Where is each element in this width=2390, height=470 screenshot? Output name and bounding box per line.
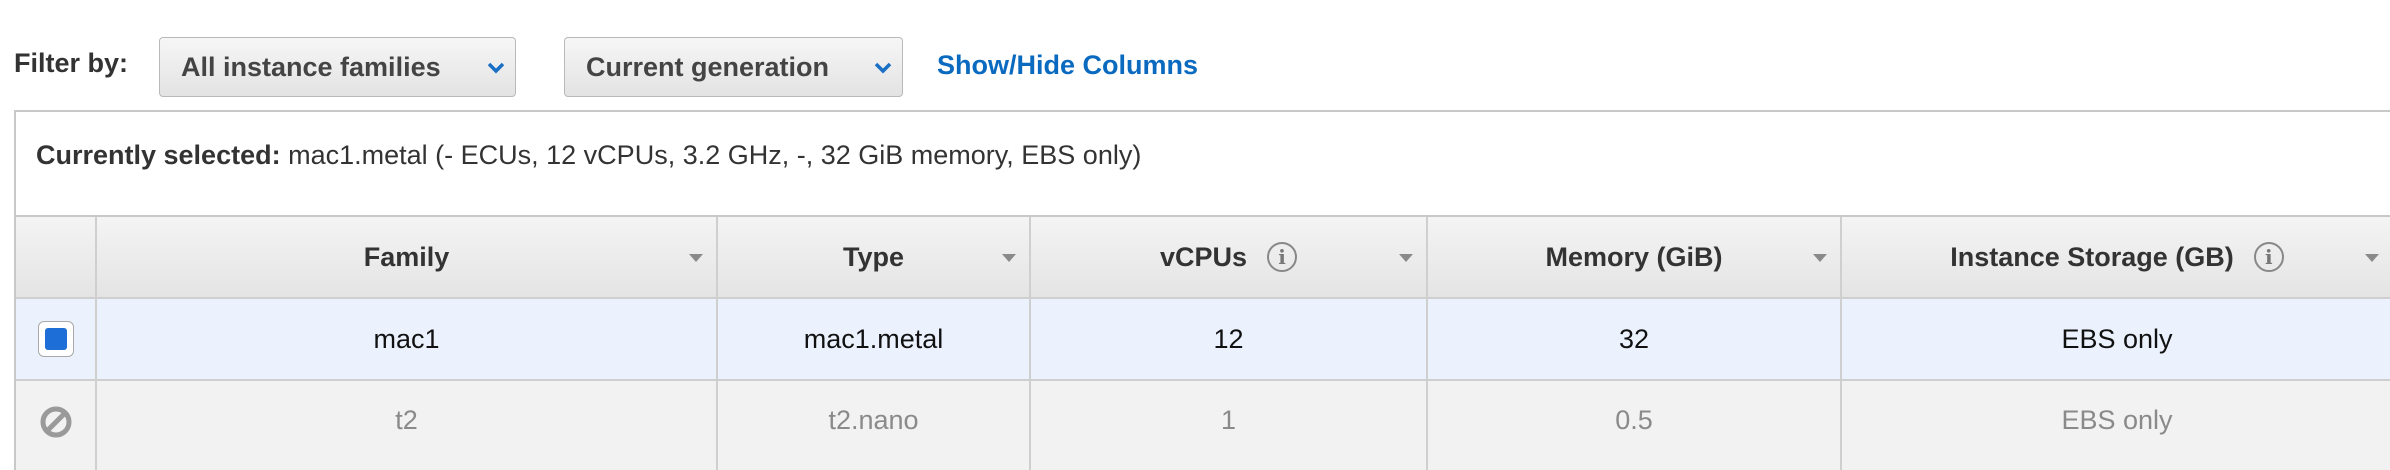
- column-header-label: Memory (GiB): [1545, 241, 1723, 272]
- sort-caret-icon[interactable]: [2364, 253, 2380, 263]
- cell-instance-storage: EBS only: [2061, 405, 2173, 435]
- cell-memory: 32: [1428, 299, 1842, 379]
- sort-caret-icon[interactable]: [1812, 253, 1828, 263]
- currently-selected-summary: Currently selected: mac1.metal (- ECUs, …: [36, 140, 1141, 171]
- info-icon[interactable]: i: [2253, 242, 2284, 272]
- info-icon[interactable]: i: [1267, 242, 1298, 272]
- disabled-icon: [40, 406, 71, 438]
- column-header-label: vCPUs: [1159, 241, 1248, 272]
- row-select-cell: [16, 381, 97, 470]
- cell-vcpus: 12: [1031, 299, 1428, 379]
- column-header-family[interactable]: Family: [97, 217, 718, 297]
- cell-memory: 0.5: [1428, 381, 1842, 470]
- sort-caret-icon[interactable]: [688, 253, 704, 263]
- sort-caret-icon[interactable]: [1398, 253, 1414, 263]
- row-select-cell[interactable]: [16, 299, 97, 379]
- checkbox-fill: [44, 328, 67, 350]
- chevron-down-icon: [874, 62, 892, 74]
- cell-type: t2.nano: [718, 381, 1031, 470]
- instance-family-select-value: All instance families: [181, 52, 441, 82]
- table-row: t2 t2.nano 1 0.5 EBS only: [16, 381, 2390, 470]
- instance-types-table: Family Type vCPUs i Memory (GiB) Instanc…: [16, 215, 2390, 470]
- column-header-memory[interactable]: Memory (GiB): [1428, 217, 1842, 297]
- column-header-instance-storage[interactable]: Instance Storage (GB) i: [1842, 217, 2390, 297]
- select-column-header: [16, 217, 97, 297]
- column-header-label: Family: [363, 241, 450, 272]
- instance-family-select[interactable]: All instance families: [159, 37, 516, 97]
- column-header-label: Type: [842, 241, 904, 272]
- currently-selected-value: mac1.metal (- ECUs, 12 vCPUs, 3.2 GHz, -…: [288, 140, 1142, 170]
- cell-instance-storage: EBS only: [2061, 323, 2173, 354]
- table-header-row: Family Type vCPUs i Memory (GiB) Instanc…: [16, 217, 2390, 299]
- generation-select[interactable]: Current generation: [564, 37, 903, 97]
- row-checkbox-selected[interactable]: [37, 321, 74, 357]
- table-row[interactable]: mac1 mac1.metal 12 32 EBS only: [16, 299, 2390, 381]
- cell-type: mac1.metal: [718, 299, 1031, 379]
- cell-family: mac1: [97, 299, 718, 379]
- column-header-label: Instance Storage (GB): [1950, 241, 2234, 272]
- column-header-vcpus[interactable]: vCPUs i: [1031, 217, 1428, 297]
- cell-vcpus: 1: [1031, 381, 1428, 470]
- sort-caret-icon[interactable]: [1001, 253, 1017, 263]
- cell-family: t2: [97, 381, 718, 470]
- filter-bar: Filter by: All instance families Current…: [0, 0, 2390, 110]
- currently-selected-label: Currently selected:: [36, 140, 281, 170]
- column-header-type[interactable]: Type: [718, 217, 1031, 297]
- instance-table-panel: Currently selected: mac1.metal (- ECUs, …: [14, 110, 2390, 470]
- chevron-down-icon: [487, 62, 505, 74]
- generation-select-value: Current generation: [586, 52, 830, 82]
- filter-label: Filter by:: [14, 48, 129, 78]
- show-hide-columns-link[interactable]: Show/Hide Columns: [937, 50, 1198, 81]
